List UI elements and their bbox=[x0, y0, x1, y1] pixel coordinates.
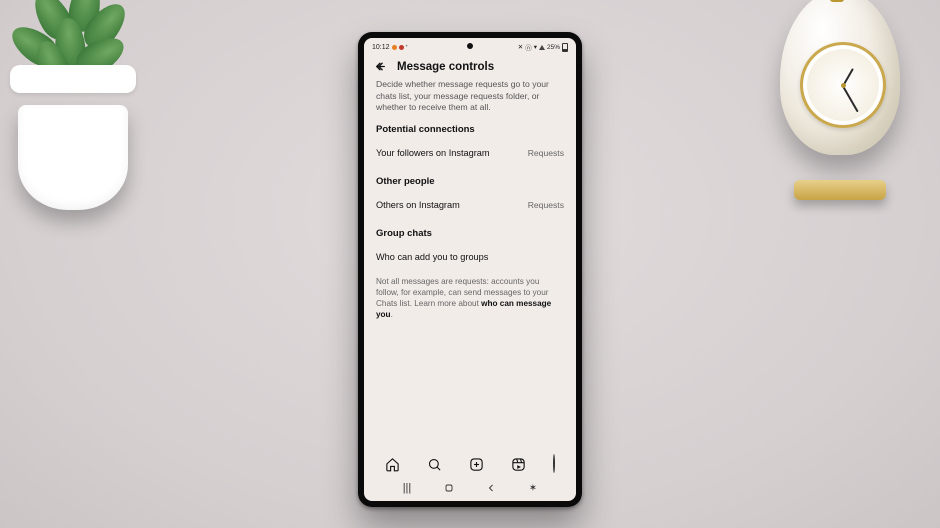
tab-reels[interactable] bbox=[511, 457, 526, 472]
settings-content: Decide whether message requests go to yo… bbox=[364, 79, 576, 449]
row-others-label: Others on Instagram bbox=[376, 200, 460, 210]
phone-screen: 10:12 • ✕ ⓝ ▾ 25% bbox=[364, 38, 576, 501]
nav-back-button[interactable] bbox=[481, 482, 501, 494]
row-others[interactable]: Others on Instagram Requests bbox=[376, 195, 564, 220]
back-button[interactable] bbox=[374, 60, 387, 73]
section-heading-other: Other people bbox=[376, 176, 564, 187]
front-camera bbox=[467, 43, 473, 49]
row-groups-label: Who can add you to groups bbox=[376, 252, 488, 262]
tab-home[interactable] bbox=[385, 457, 400, 472]
status-battery-text: 25% bbox=[547, 44, 560, 51]
row-followers-label: Your followers on Instagram bbox=[376, 148, 490, 158]
row-others-value: Requests bbox=[528, 200, 564, 210]
tab-search[interactable] bbox=[427, 457, 442, 472]
status-signal-icon bbox=[539, 45, 545, 50]
status-time: 10:12 bbox=[372, 44, 390, 51]
row-groups[interactable]: Who can add you to groups bbox=[376, 247, 564, 272]
clock-decoration bbox=[760, 0, 920, 200]
footnote-text-end: . bbox=[391, 310, 393, 319]
page-title: Message controls bbox=[397, 61, 494, 73]
nav-accessibility-button[interactable]: ✶ bbox=[523, 483, 543, 494]
status-battery-icon bbox=[562, 43, 568, 52]
system-nav-bar: ||| ✶ bbox=[364, 475, 576, 501]
page-description: Decide whether message requests go to yo… bbox=[376, 79, 564, 114]
tab-create[interactable] bbox=[469, 457, 484, 472]
phone-frame: 10:12 • ✕ ⓝ ▾ 25% bbox=[358, 32, 582, 507]
section-heading-groups: Group chats bbox=[376, 228, 564, 239]
nav-home-button[interactable] bbox=[439, 482, 459, 494]
app-header: Message controls bbox=[364, 53, 576, 79]
status-wifi-icon: ▾ bbox=[534, 43, 537, 51]
status-notif-icon bbox=[392, 45, 397, 50]
nav-recent-button[interactable]: ||| bbox=[397, 482, 417, 494]
status-nfc-icon: ⓝ bbox=[525, 42, 532, 52]
status-more-icon: • bbox=[406, 44, 408, 50]
row-followers[interactable]: Your followers on Instagram Requests bbox=[376, 143, 564, 168]
status-vibrate-icon: ✕ bbox=[518, 43, 523, 51]
scene-background: 10:12 • ✕ ⓝ ▾ 25% bbox=[0, 0, 940, 528]
status-notif-icon bbox=[399, 45, 404, 50]
profile-avatar-icon bbox=[553, 454, 555, 473]
row-followers-value: Requests bbox=[528, 148, 564, 158]
plant-decoration bbox=[0, 0, 170, 230]
section-heading-potential: Potential connections bbox=[376, 124, 564, 135]
app-tab-bar bbox=[364, 449, 576, 475]
footnote: Not all messages are requests: accounts … bbox=[376, 276, 564, 320]
tab-profile[interactable] bbox=[553, 455, 555, 473]
